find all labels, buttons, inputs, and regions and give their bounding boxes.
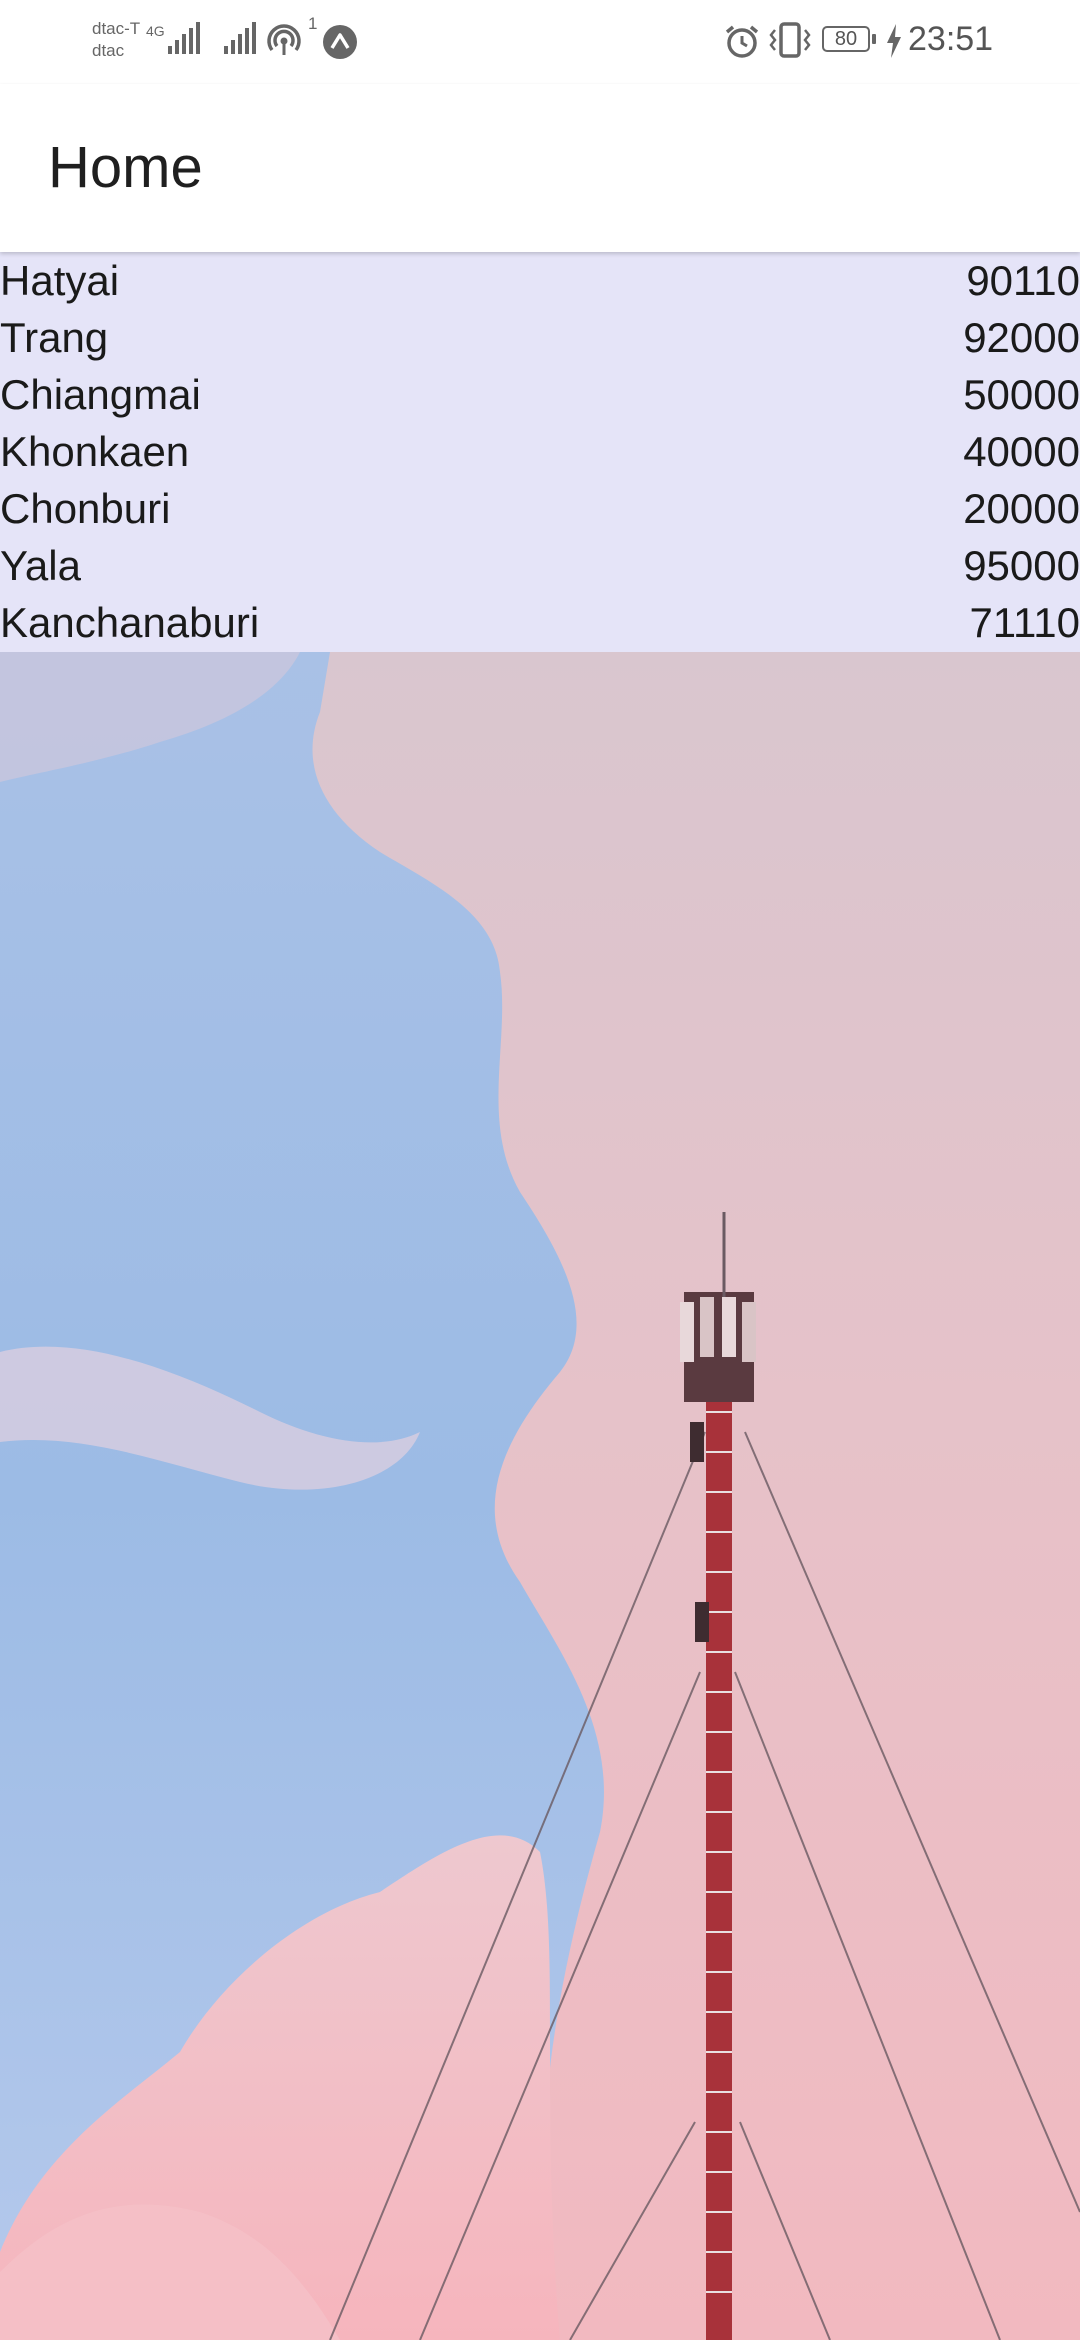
status-bar: dtac-T dtac 4G 1 80 23:51 xyxy=(0,0,1080,84)
alarm-icon xyxy=(724,24,760,65)
app-bar: Home xyxy=(0,84,1080,252)
background-photo xyxy=(0,652,1080,2340)
city-list: Hatyai 90110 Trang 92000 Chiangmai 50000… xyxy=(0,252,1080,652)
page-title: Home xyxy=(48,135,203,200)
carrier-labels: dtac-T dtac xyxy=(92,18,140,62)
city-zip: 40000 xyxy=(963,428,1080,475)
city-zip: 92000 xyxy=(963,314,1080,361)
hotspot-icon xyxy=(266,22,302,63)
carrier-primary: dtac-T xyxy=(92,19,141,38)
city-name: Trang xyxy=(0,314,109,361)
list-item[interactable]: Chiangmai 50000 xyxy=(0,366,1080,423)
list-item[interactable]: Khonkaen 40000 xyxy=(0,423,1080,480)
signal-icon xyxy=(222,22,258,61)
city-zip: 90110 xyxy=(966,257,1080,304)
city-zip: 50000 xyxy=(963,371,1080,418)
city-name: Chiangmai xyxy=(0,371,201,418)
network-type: 4G xyxy=(146,23,165,39)
city-name: Hatyai xyxy=(0,257,120,304)
city-zip: 71110 xyxy=(969,599,1080,646)
list-item[interactable]: Chonburi 20000 xyxy=(0,480,1080,537)
hotspot-count: 1 xyxy=(308,14,318,33)
battery-icon: 80 xyxy=(822,26,876,54)
list-item[interactable]: Yala 95000 xyxy=(0,537,1080,594)
signal-icon: 4G xyxy=(146,22,202,63)
city-name: Chonburi xyxy=(0,485,171,532)
city-zip: 20000 xyxy=(963,485,1080,532)
battery-level: 80 xyxy=(822,26,870,52)
list-item[interactable]: Trang 92000 xyxy=(0,309,1080,366)
city-zip: 95000 xyxy=(963,542,1080,589)
list-item[interactable]: Kanchanaburi 71110 xyxy=(0,594,1080,651)
carrier-secondary: dtac xyxy=(92,41,125,60)
city-name: Khonkaen xyxy=(0,428,190,475)
app-notification-icon xyxy=(322,24,358,65)
charging-icon xyxy=(885,24,903,63)
city-name: Kanchanaburi xyxy=(0,599,260,646)
status-time: 23:51 xyxy=(908,20,994,58)
list-item[interactable]: Hatyai 90110 xyxy=(0,252,1080,309)
tower-photo-illustration xyxy=(0,652,1080,2340)
city-name: Yala xyxy=(0,542,81,589)
vibrate-icon xyxy=(768,22,812,63)
